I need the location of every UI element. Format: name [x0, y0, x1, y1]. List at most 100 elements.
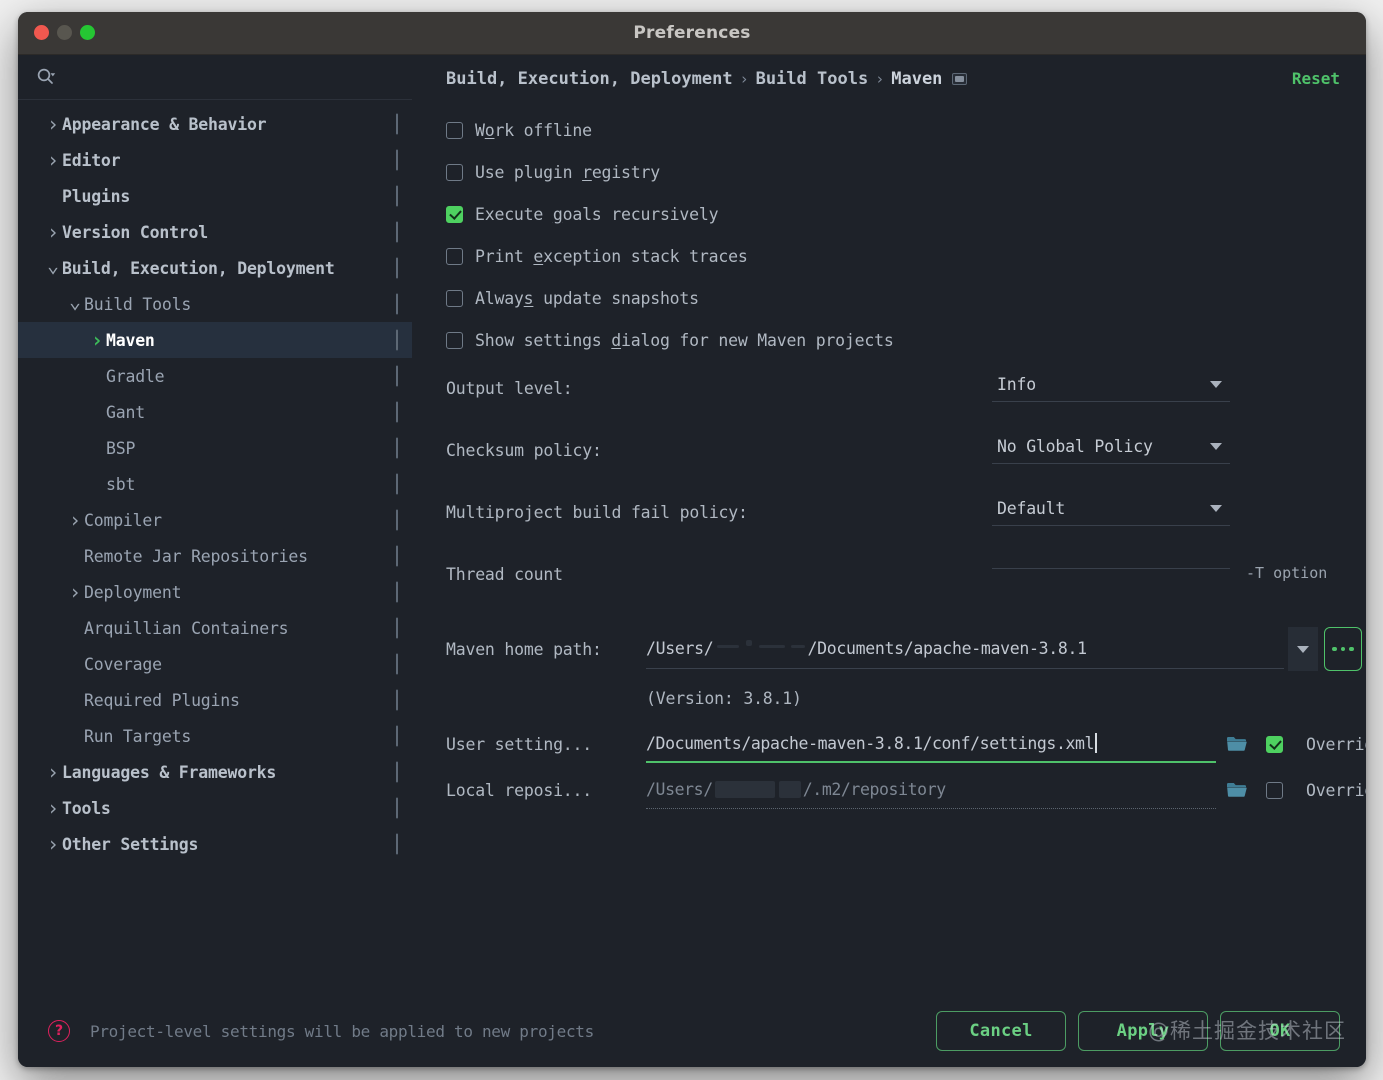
user-settings-override[interactable]: Override — [1266, 735, 1366, 754]
project-level-icon[interactable] — [396, 367, 398, 386]
apply-button[interactable]: Apply — [1078, 1011, 1208, 1051]
checkbox-row[interactable]: Show settings dialog for new Maven proje… — [446, 319, 1366, 361]
local-repository-browse-button[interactable] — [1222, 781, 1252, 799]
sidebar-item-remote-jar-repositories[interactable]: ›Remote Jar Repositories — [18, 538, 412, 574]
select-control[interactable]: Info — [992, 375, 1230, 402]
breadcrumb: Build, Execution, Deployment › Build Too… — [426, 55, 1366, 103]
maven-home-row: Maven home path: /Users/ /Documents/apac… — [446, 623, 1366, 675]
sidebar-item-build-tools[interactable]: ⌄Build Tools — [18, 286, 412, 322]
select-row: Multiproject build fail policy:Default — [446, 499, 1366, 561]
select-label: Checksum policy: — [446, 437, 992, 460]
sidebar-item-gant[interactable]: ›Gant — [18, 394, 412, 430]
project-level-icon[interactable] — [396, 691, 398, 710]
search-input[interactable] — [66, 69, 398, 85]
monitor-icon — [396, 402, 398, 423]
project-level-icon[interactable] — [396, 259, 398, 278]
sidebar-item-sbt[interactable]: ›sbt — [18, 466, 412, 502]
project-level-icon[interactable] — [396, 151, 398, 170]
checkbox-row[interactable]: Always update snapshots — [446, 277, 1366, 319]
project-level-icon[interactable] — [952, 73, 967, 85]
sidebar-item-tools[interactable]: ›Tools — [18, 790, 412, 826]
redacted-username — [791, 645, 805, 648]
checkbox[interactable] — [446, 290, 463, 307]
sidebar-item-label: Arquillian Containers — [84, 619, 288, 638]
redacted-username — [779, 781, 801, 798]
checkbox-label: Work offline — [475, 121, 592, 140]
checkbox-label: Always update snapshots — [475, 289, 699, 308]
user-settings-browse-button[interactable] — [1222, 735, 1252, 753]
local-repository-row: Local reposi... /Users/ /.m2/repository — [446, 767, 1366, 813]
sidebar-item-build-execution-deployment[interactable]: ⌄Build, Execution, Deployment — [18, 250, 412, 286]
reset-link[interactable]: Reset — [1292, 69, 1340, 88]
project-level-icon[interactable] — [396, 727, 398, 746]
local-repository-input[interactable]: /Users/ /.m2/repository — [646, 771, 1216, 809]
project-level-icon[interactable] — [396, 331, 398, 350]
sidebar-item-arquillian-containers[interactable]: ›Arquillian Containers — [18, 610, 412, 646]
select-label: Thread count — [446, 561, 992, 584]
sidebar-item-version-control[interactable]: ›Version Control — [18, 214, 412, 250]
sidebar-item-label: Remote Jar Repositories — [84, 547, 308, 566]
select-row: Thread count-T option — [446, 561, 1366, 623]
sidebar-item-run-targets[interactable]: ›Run Targets — [18, 718, 412, 754]
checkbox-label: Execute goals recursively — [475, 205, 718, 224]
maven-home-input[interactable]: /Users/ /Documents/apache-maven-3.8.1 — [646, 629, 1284, 669]
project-level-icon[interactable] — [396, 295, 398, 314]
project-level-icon[interactable] — [396, 763, 398, 782]
select-control[interactable]: No Global Policy — [992, 437, 1230, 464]
cancel-button[interactable]: Cancel — [936, 1011, 1066, 1051]
project-level-icon[interactable] — [396, 619, 398, 638]
monitor-icon — [396, 438, 398, 459]
project-level-icon[interactable] — [396, 223, 398, 242]
sidebar-item-languages-frameworks[interactable]: ›Languages & Frameworks — [18, 754, 412, 790]
chevron-right-icon: › — [44, 798, 62, 818]
breadcrumb-item-1[interactable]: Build Tools — [756, 69, 869, 89]
checkbox[interactable] — [446, 164, 463, 181]
maven-home-dropdown-button[interactable] — [1288, 627, 1318, 671]
ok-button[interactable]: OK — [1220, 1011, 1340, 1051]
local-repository-suffix: /.m2/repository — [803, 780, 946, 799]
monitor-icon — [396, 366, 398, 387]
checkbox[interactable] — [446, 332, 463, 349]
sidebar-item-required-plugins[interactable]: ›Required Plugins — [18, 682, 412, 718]
project-level-icon[interactable] — [396, 475, 398, 494]
sidebar-item-other-settings[interactable]: ›Other Settings — [18, 826, 412, 862]
override-checkbox[interactable] — [1266, 736, 1283, 753]
project-level-icon[interactable] — [396, 799, 398, 818]
project-level-icon[interactable] — [396, 187, 398, 206]
sidebar-item-deployment[interactable]: ›Deployment — [18, 574, 412, 610]
monitor-icon — [396, 150, 398, 171]
sidebar-item-gradle[interactable]: ›Gradle — [18, 358, 412, 394]
checkbox[interactable] — [446, 206, 463, 223]
sidebar-item-bsp[interactable]: ›BSP — [18, 430, 412, 466]
sidebar-item-appearance-behavior[interactable]: ›Appearance & Behavior — [18, 106, 412, 142]
select-control[interactable]: Default — [992, 499, 1230, 526]
project-level-icon[interactable] — [396, 439, 398, 458]
sidebar-item-coverage[interactable]: ›Coverage — [18, 646, 412, 682]
sidebar-item-plugins[interactable]: ›Plugins — [18, 178, 412, 214]
text-input[interactable] — [992, 561, 1230, 569]
help-icon[interactable]: ? — [48, 1020, 70, 1042]
project-level-icon[interactable] — [396, 511, 398, 530]
project-level-icon[interactable] — [396, 115, 398, 134]
maven-home-browse-button[interactable] — [1324, 627, 1362, 671]
checkbox[interactable] — [446, 122, 463, 139]
user-settings-input[interactable]: /Documents/apache-maven-3.8.1/conf/setti… — [646, 725, 1216, 763]
sidebar-search-row[interactable] — [18, 55, 412, 100]
checkbox-row[interactable]: Work offline — [446, 109, 1366, 151]
project-level-icon[interactable] — [396, 547, 398, 566]
local-repository-override[interactable]: Override — [1266, 781, 1366, 800]
checkbox-row[interactable]: Print exception stack traces — [446, 235, 1366, 277]
project-level-icon[interactable] — [396, 583, 398, 602]
project-level-icon[interactable] — [396, 835, 398, 854]
sidebar-item-maven[interactable]: ›Maven — [18, 322, 412, 358]
project-level-icon[interactable] — [396, 655, 398, 674]
project-level-icon[interactable] — [396, 403, 398, 422]
breadcrumb-item-0[interactable]: Build, Execution, Deployment — [446, 69, 733, 89]
redacted-username — [746, 640, 752, 646]
checkbox-row[interactable]: Use plugin registry — [446, 151, 1366, 193]
sidebar-item-editor[interactable]: ›Editor — [18, 142, 412, 178]
checkbox[interactable] — [446, 248, 463, 265]
sidebar-item-compiler[interactable]: ›Compiler — [18, 502, 412, 538]
checkbox-row[interactable]: Execute goals recursively — [446, 193, 1366, 235]
override-checkbox[interactable] — [1266, 782, 1283, 799]
